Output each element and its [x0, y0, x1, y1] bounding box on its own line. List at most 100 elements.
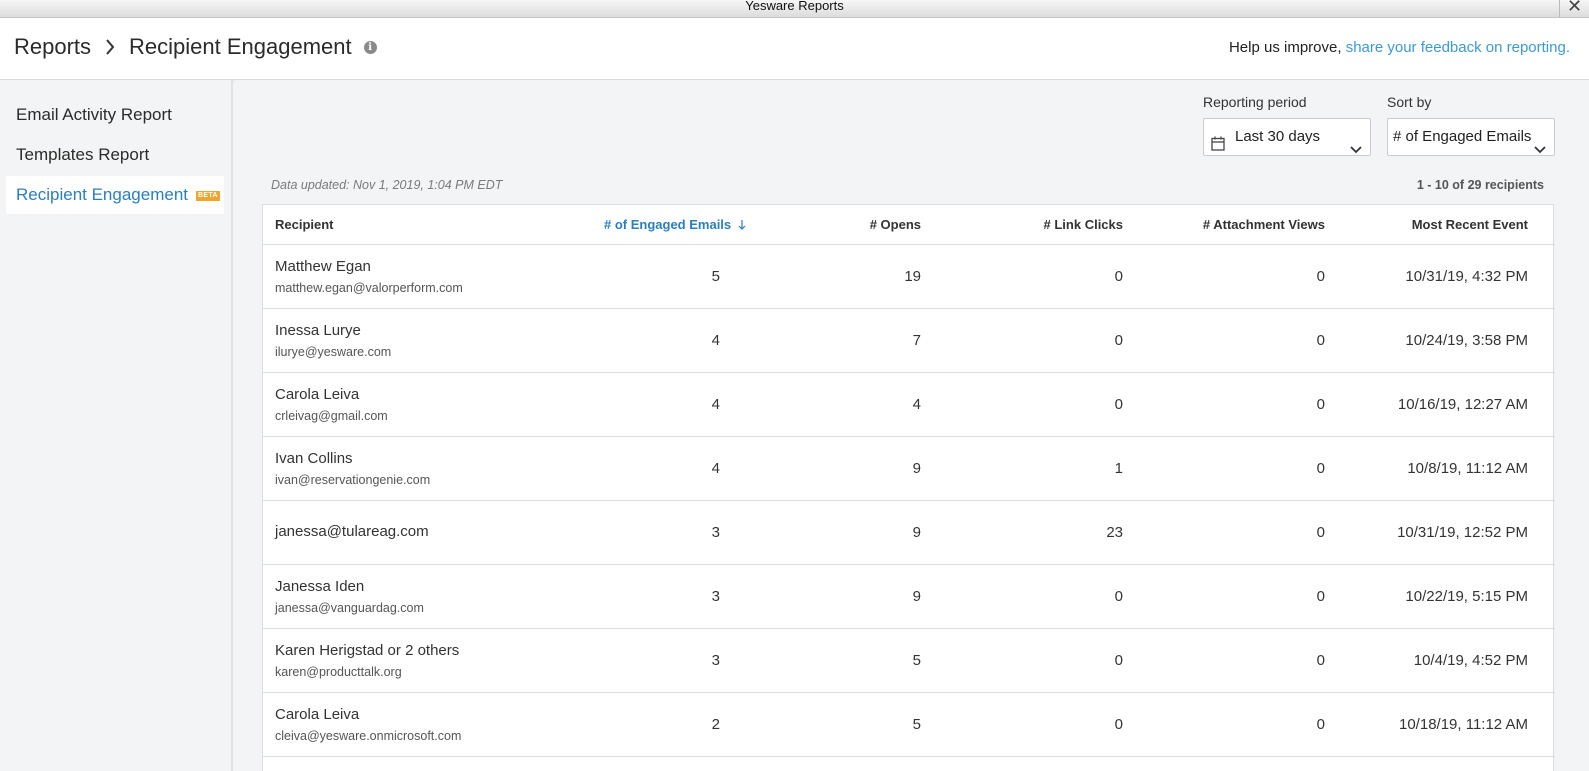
recipient-name: Ivan Collins — [275, 450, 353, 467]
recipients-table: Recipient # of Engaged Emails # Opens # … — [262, 204, 1555, 771]
most-recent-event-value: 10/24/19, 3:58 PM — [1405, 332, 1528, 349]
column-header-most-recent-event[interactable]: Most Recent Event — [1412, 217, 1528, 232]
attachment-views-value: 0 — [1316, 460, 1325, 477]
attachment-views-value: 0 — [1316, 524, 1325, 541]
opens-value: 19 — [904, 268, 921, 285]
most-recent-event-value: 10/22/19, 5:15 PM — [1405, 588, 1528, 605]
attachment-views-value: 0 — [1316, 588, 1325, 605]
recipient-name: Inessa Lurye — [275, 322, 361, 339]
chevron-down-icon — [1350, 132, 1362, 168]
reporting-period-value: Last 30 days — [1235, 128, 1321, 145]
engaged-emails-value: 3 — [711, 588, 720, 605]
recipient-name: Janessa Iden — [275, 578, 365, 595]
engaged-emails-value: 5 — [711, 268, 720, 285]
feedback-prefix: Help us improve, — [1228, 39, 1342, 56]
window-titlebar: Yesware Reports ✕ — [0, 0, 1589, 18]
close-icon[interactable]: ✕ — [1559, 0, 1589, 17]
engaged-emails-value: 4 — [711, 396, 720, 413]
sort-by-label: Sort by — [1387, 94, 1432, 110]
table-row[interactable]: Inessa Lurye ilurye@yesware.com 4 7 0 0 10/24/… — [263, 309, 1555, 373]
column-header-recipient[interactable]: Recipient — [275, 217, 334, 232]
window-title: Yesware Reports — [745, 0, 844, 13]
feedback-prompt: Help us improve, share your feedback on … — [1229, 39, 1570, 56]
attachment-views-value: 0 — [1316, 396, 1325, 413]
table-row[interactable]: Carola Leiva cleiva@yesware.onmicrosoft.c… — [263, 693, 1555, 757]
link-clicks-value: 0 — [1114, 396, 1123, 413]
sidebar-item-label: Recipient Engagement — [16, 185, 189, 204]
attachment-views-value: 0 — [1316, 716, 1325, 733]
sort-arrow-down-icon — [738, 220, 746, 230]
most-recent-event-value: 10/31/19, 12:52 PM — [1397, 524, 1528, 541]
recipient-email: karen@producttalk.org — [275, 665, 402, 679]
link-clicks-value: 0 — [1114, 716, 1123, 733]
column-header-label: # of Engaged Emails — [604, 217, 732, 232]
chevron-down-icon — [1534, 132, 1546, 168]
sort-by-select[interactable]: # of Engaged Emails — [1387, 118, 1555, 156]
most-recent-event-value: 10/4/19, 4:52 PM — [1413, 652, 1528, 669]
recipient-email: janessa@vanguardag.com — [275, 601, 424, 615]
engaged-emails-value: 4 — [711, 460, 720, 477]
link-clicks-value: 1 — [1114, 460, 1123, 477]
recipient-email: ilurye@yesware.com — [275, 345, 392, 359]
sidebar-item-label: Templates Report — [16, 145, 150, 164]
sidebar-item-templates[interactable]: Templates Report — [6, 136, 224, 174]
reporting-period-label: Reporting period — [1203, 94, 1307, 110]
feedback-link[interactable]: share your feedback on reporting. — [1346, 39, 1570, 56]
attachment-views-value: 0 — [1316, 652, 1325, 669]
column-header-attachment-views[interactable]: # Attachment Views — [1203, 217, 1325, 232]
recipient-name: Carola Leiva — [275, 386, 360, 403]
recipient-email: matthew.egan@valorperform.com — [275, 281, 463, 295]
recipient-email: cleiva@yesware.onmicrosoft.com — [275, 729, 462, 743]
sidebar-item-recipient-engagement[interactable]: Recipient Engagement BETA — [6, 176, 224, 214]
recipient-name: Carola Leiva — [275, 706, 360, 723]
sidebar: Email Activity Report Templates Report R… — [0, 80, 233, 771]
data-updated-text: Data updated: Nov 1, 2019, 1:04 PM EDT — [271, 178, 503, 192]
opens-value: 5 — [912, 716, 921, 733]
recipient-email: crleivag@gmail.com — [275, 409, 388, 423]
table-row[interactable]: Matthew Egan matthew.egan@valorperform.co… — [263, 245, 1555, 309]
recipient-name: janessa@tulareag.com — [275, 523, 429, 540]
opens-value: 9 — [912, 460, 921, 477]
column-header-opens[interactable]: # Opens — [870, 217, 921, 232]
link-clicks-value: 0 — [1114, 332, 1123, 349]
reporting-period-select[interactable]: Last 30 days — [1203, 118, 1371, 156]
attachment-views-value: 0 — [1316, 332, 1325, 349]
calendar-icon — [1211, 129, 1225, 165]
table-row[interactable]: Ivan Collins ivan@reservationgenie.com 4 9 1… — [263, 437, 1555, 501]
column-header-engaged-emails[interactable]: # of Engaged Emails — [604, 217, 746, 232]
info-icon[interactable]: i — [363, 40, 377, 54]
recipient-email: ivan@reservationgenie.com — [275, 473, 431, 487]
sidebar-item-label: Email Activity Report — [16, 105, 172, 124]
attachment-views-value: 0 — [1316, 268, 1325, 285]
pagination-count: 1 - 10 of 29 recipients — [1416, 178, 1544, 192]
beta-badge: BETA — [196, 190, 220, 201]
opens-value: 9 — [912, 524, 921, 541]
most-recent-event-value: 10/8/19, 11:12 AM — [1407, 460, 1528, 477]
breadcrumb: Reports Recipient Engagement i — [14, 34, 377, 60]
recipient-name: Matthew Egan — [275, 258, 371, 275]
chevron-right-icon — [105, 39, 115, 55]
opens-value: 9 — [912, 588, 921, 605]
page-title: Recipient Engagement — [129, 34, 352, 59]
table-header: Recipient # of Engaged Emails # Opens # … — [263, 205, 1555, 245]
column-header-link-clicks[interactable]: # Link Clicks — [1044, 217, 1123, 232]
table-row[interactable]: Janessa Iden janessa@vanguardag.com 3 9 0 0 10… — [263, 565, 1555, 629]
opens-value: 4 — [912, 396, 921, 413]
table-row[interactable]: Karen Herigstad or 2 others karen@product… — [263, 629, 1555, 693]
engaged-emails-value: 3 — [711, 524, 720, 541]
link-clicks-value: 23 — [1106, 524, 1123, 541]
engaged-emails-value: 3 — [711, 652, 720, 669]
opens-value: 7 — [912, 332, 921, 349]
table-row[interactable]: janessa@tulareag.com 3 9 23 0 10/31/19, 12:52… — [263, 501, 1555, 565]
page-header: Reports Recipient Engagement i Help us i… — [0, 18, 1589, 80]
link-clicks-value: 0 — [1114, 652, 1123, 669]
breadcrumb-reports[interactable]: Reports — [14, 34, 91, 60]
most-recent-event-value: 10/31/19, 4:32 PM — [1405, 268, 1528, 285]
opens-value: 5 — [912, 652, 921, 669]
main-content: Reporting period Last 30 days Sort by # … — [235, 80, 1589, 771]
table-row[interactable]: Carola Leiva crleivag@gmail.com 4 4 0 0 10/16/… — [263, 373, 1555, 437]
link-clicks-value: 0 — [1114, 268, 1123, 285]
sidebar-item-email-activity[interactable]: Email Activity Report — [6, 96, 224, 134]
most-recent-event-value: 10/16/19, 12:27 AM — [1397, 396, 1528, 413]
engaged-emails-value: 2 — [711, 716, 720, 733]
